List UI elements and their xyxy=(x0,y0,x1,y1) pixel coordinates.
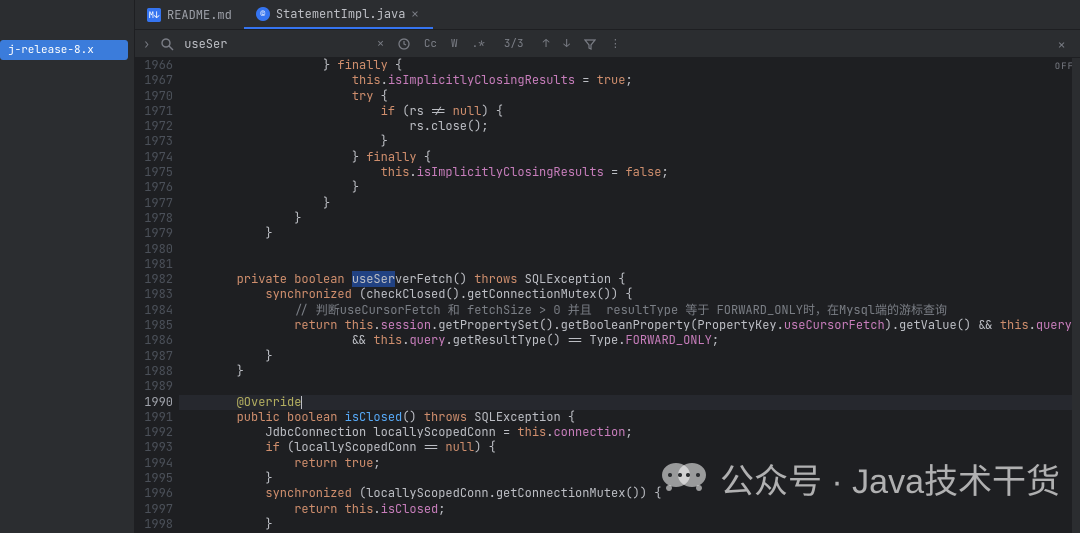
line-number: 1973 xyxy=(135,134,173,149)
code-line[interactable]: } xyxy=(179,211,1080,226)
search-input[interactable] xyxy=(184,36,364,52)
code-line[interactable]: this.isImplicitlyClosingResults = true; xyxy=(179,73,1080,88)
line-number: 1998 xyxy=(135,517,173,532)
close-icon[interactable]: ✕ xyxy=(411,9,421,19)
code-line[interactable]: if (rs != null) { xyxy=(179,104,1080,119)
line-number: 1986 xyxy=(135,333,173,348)
code-line[interactable]: // 判断useCursorFetch 和 fetchSize > 0 并且 r… xyxy=(179,303,1080,318)
match-case-button[interactable]: Cc xyxy=(421,35,440,53)
line-number: 1979 xyxy=(135,226,173,241)
markdown-icon: M↓ xyxy=(147,8,161,22)
next-match-icon[interactable]: ↓ xyxy=(560,35,573,53)
code-line[interactable]: } xyxy=(179,134,1080,149)
history-icon[interactable] xyxy=(395,36,413,52)
code-line[interactable]: } xyxy=(179,364,1080,379)
line-number: 1995 xyxy=(135,471,173,486)
code-line[interactable]: synchronized (locallyScopedConn.getConne… xyxy=(179,486,1080,501)
code-line[interactable]: private boolean useServerFetch() throws … xyxy=(179,272,1080,287)
regex-button[interactable]: .* xyxy=(469,35,488,53)
line-number: 1976 xyxy=(135,180,173,195)
tab-statementimpl[interactable]: © StatementImpl.java ✕ xyxy=(244,0,434,29)
line-number: 1972 xyxy=(135,119,173,134)
code-line[interactable]: if (locallyScopedConn == null) { xyxy=(179,440,1080,455)
line-number: 1978 xyxy=(135,211,173,226)
line-number: 1982 xyxy=(135,272,173,287)
line-number: 1996 xyxy=(135,486,173,501)
code-line[interactable]: } xyxy=(179,349,1080,364)
line-number: 1980 xyxy=(135,242,173,257)
code-line[interactable]: return this.session.getPropertySet().get… xyxy=(179,318,1080,333)
line-number: 1971 xyxy=(135,104,173,119)
search-bar: › ✕ Cc W .* 3/3 ↑ ↓ ⋮ ✕ xyxy=(135,30,1080,58)
line-number: 1975 xyxy=(135,165,173,180)
main-area: M↓ README.md © StatementImpl.java ✕ › ✕ … xyxy=(135,0,1080,533)
more-icon[interactable]: ⋮ xyxy=(607,35,624,53)
line-number: 1985 xyxy=(135,318,173,333)
code-line[interactable]: try { xyxy=(179,89,1080,104)
line-number: 1974 xyxy=(135,150,173,165)
search-icon xyxy=(160,37,174,51)
branch-label[interactable]: j-release-8.x xyxy=(0,40,128,60)
line-number: 1966 xyxy=(135,58,173,73)
tab-readme[interactable]: M↓ README.md xyxy=(135,0,244,29)
line-number: 1984 xyxy=(135,303,173,318)
filter-icon[interactable] xyxy=(581,36,599,52)
tab-label: README.md xyxy=(167,7,232,23)
close-search-icon[interactable]: ✕ xyxy=(1058,37,1072,51)
code-line[interactable]: JdbcConnection locallyScopedConn = this.… xyxy=(179,425,1080,440)
line-number: 1997 xyxy=(135,502,173,517)
code-line[interactable] xyxy=(179,379,1080,394)
line-number: 1990 xyxy=(135,395,173,410)
line-number: 1993 xyxy=(135,440,173,455)
editor[interactable]: 1966196719701971197219731974197519761977… xyxy=(135,58,1080,533)
line-number: 1991 xyxy=(135,410,173,425)
line-number: 1977 xyxy=(135,196,173,211)
code-line[interactable]: return true; xyxy=(179,456,1080,471)
code-line[interactable]: public boolean isClosed() throws SQLExce… xyxy=(179,410,1080,425)
line-number: 1992 xyxy=(135,425,173,440)
clear-icon[interactable]: ✕ xyxy=(374,35,387,53)
code-line[interactable]: && this.query.getResultType() == Type.FO… xyxy=(179,333,1080,348)
minimap[interactable] xyxy=(1072,58,1080,533)
code-line[interactable]: } finally { xyxy=(179,58,1080,73)
chevron-right-icon[interactable]: › xyxy=(143,36,150,52)
tab-bar: M↓ README.md © StatementImpl.java ✕ xyxy=(135,0,1080,30)
code-line[interactable]: return this.isClosed; xyxy=(179,502,1080,517)
prev-match-icon[interactable]: ↑ xyxy=(540,35,553,53)
code-line[interactable]: @Override xyxy=(179,395,1080,410)
line-number: 1989 xyxy=(135,379,173,394)
line-number: 1981 xyxy=(135,257,173,272)
whole-word-button[interactable]: W xyxy=(448,35,461,53)
line-number: 1988 xyxy=(135,364,173,379)
code-line[interactable]: } xyxy=(179,196,1080,211)
code-area[interactable]: } finally { this.isImplicitlyClosingResu… xyxy=(179,58,1080,533)
code-line[interactable]: } xyxy=(179,517,1080,532)
java-icon: © xyxy=(256,7,270,21)
search-count: 3/3 xyxy=(504,37,524,51)
code-line[interactable]: rs.close(); xyxy=(179,119,1080,134)
line-number: 1983 xyxy=(135,287,173,302)
tab-label: StatementImpl.java xyxy=(276,6,406,22)
code-line[interactable] xyxy=(179,257,1080,272)
code-line[interactable]: } xyxy=(179,471,1080,486)
code-line[interactable]: this.isImplicitlyClosingResults = false; xyxy=(179,165,1080,180)
line-number: 1970 xyxy=(135,89,173,104)
line-number: 1994 xyxy=(135,456,173,471)
code-line[interactable]: synchronized (checkClosed().getConnectio… xyxy=(179,287,1080,302)
sidebar: j-release-8.x xyxy=(0,0,135,533)
code-line[interactable]: } finally { xyxy=(179,150,1080,165)
line-number: 1987 xyxy=(135,349,173,364)
code-line[interactable]: } xyxy=(179,180,1080,195)
gutter: 1966196719701971197219731974197519761977… xyxy=(135,58,179,533)
code-line[interactable]: } xyxy=(179,226,1080,241)
line-number: 1967 xyxy=(135,73,173,88)
code-line[interactable] xyxy=(179,242,1080,257)
